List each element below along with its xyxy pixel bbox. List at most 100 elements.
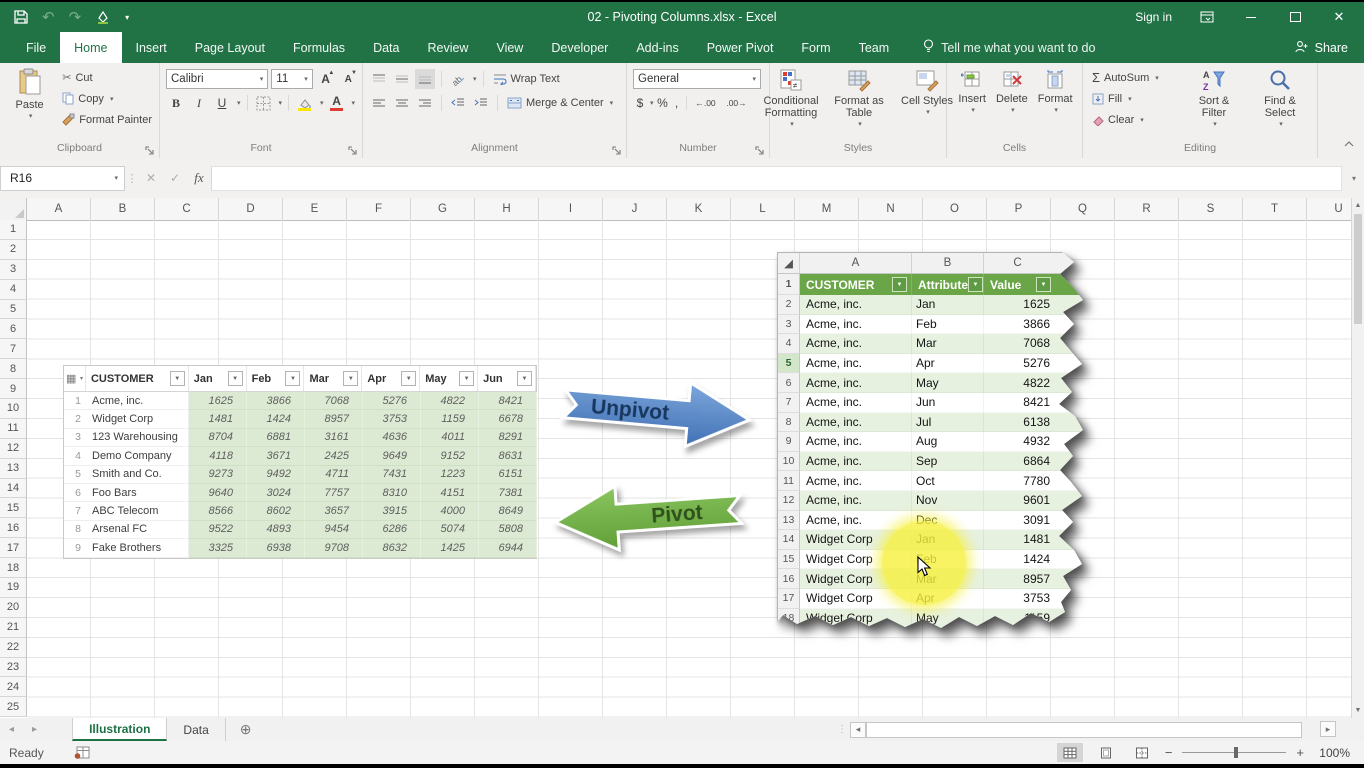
orientation-icon[interactable]: ab (448, 69, 468, 89)
vertical-scrollbar[interactable]: ▲ ▼ (1351, 198, 1364, 718)
formula-input[interactable] (211, 166, 1342, 191)
filter-icon[interactable]: ▼ (892, 277, 907, 292)
decrease-indent-icon[interactable] (448, 93, 468, 113)
row-header-18[interactable]: 18 (0, 558, 27, 578)
horizontal-scrollbar[interactable]: ◂ (850, 721, 1302, 738)
align-right-icon[interactable] (415, 93, 435, 113)
fill-button[interactable]: Fill ▾ (1089, 88, 1181, 109)
row-header-25[interactable]: 25 (0, 697, 27, 717)
wrap-text-button[interactable]: Wrap Text (490, 69, 563, 90)
column-header-G[interactable]: G (411, 198, 475, 220)
tab-form[interactable]: Form (787, 32, 844, 63)
column-header-R[interactable]: R (1115, 198, 1179, 220)
font-color-icon[interactable]: A (327, 93, 347, 113)
close-icon[interactable]: ✕ (1330, 8, 1348, 26)
scroll-up-icon[interactable]: ▲ (1352, 198, 1364, 213)
comma-format-icon[interactable]: , (672, 93, 682, 113)
filter-icon[interactable]: ▼ (228, 371, 243, 386)
filter-icon[interactable]: ▼ (1036, 277, 1051, 292)
dialog-launcher-icon[interactable] (755, 144, 766, 155)
scroll-right-icon[interactable]: ▸ (1320, 721, 1336, 737)
clear-button[interactable]: Clear ▾ (1089, 109, 1181, 130)
tab-formulas[interactable]: Formulas (279, 32, 359, 63)
tab-developer[interactable]: Developer (537, 32, 622, 63)
column-header-P[interactable]: P (987, 198, 1051, 220)
column-header-B[interactable]: B (91, 198, 155, 220)
borders-icon[interactable] (254, 93, 274, 113)
column-header-C[interactable]: C (984, 253, 1088, 273)
font-size-select[interactable]: 11 ▾ (271, 69, 312, 89)
sheet-nav-right-icon[interactable]: ▸ (23, 718, 46, 741)
merge-center-button[interactable]: Merge & Center ▾ (504, 93, 616, 114)
row-header-22[interactable]: 22 (0, 638, 27, 658)
column-header-K[interactable]: K (667, 198, 731, 220)
share-button[interactable]: Share (1295, 32, 1348, 63)
column-header-M[interactable]: M (795, 198, 859, 220)
row-header-10[interactable]: 10 (0, 399, 27, 419)
tab-data[interactable]: Data (359, 32, 413, 63)
row-header-15[interactable]: 15 (0, 498, 27, 518)
tab-team[interactable]: Team (845, 32, 904, 63)
sort-filter-button[interactable]: AZ Sort & Filter ▾ (1181, 67, 1247, 140)
row-header-12[interactable]: 12 (0, 439, 27, 459)
filter-icon[interactable]: ▼ (285, 371, 300, 386)
macro-record-icon[interactable] (74, 746, 90, 759)
italic-button[interactable]: I (189, 93, 209, 113)
column-header-N[interactable]: N (859, 198, 923, 220)
normal-view-icon[interactable] (1057, 743, 1083, 762)
select-all-corner[interactable] (0, 198, 27, 220)
increase-font-size-icon[interactable]: A▲ (316, 69, 336, 89)
align-middle-icon[interactable] (392, 69, 412, 89)
filter-icon[interactable]: ▼ (517, 371, 532, 386)
undo-icon[interactable]: ↶ (42, 8, 55, 26)
horizontal-scroll-thumb[interactable] (866, 722, 1302, 738)
row-header-5[interactable]: 5 (0, 300, 27, 320)
tab-review[interactable]: Review (413, 32, 482, 63)
percent-format-icon[interactable]: % (655, 93, 671, 113)
filter-icon[interactable]: ▼ (401, 371, 416, 386)
expand-formula-bar-icon[interactable]: ▾ (1346, 174, 1362, 183)
row-header-13[interactable]: 13 (0, 459, 27, 479)
font-family-select[interactable]: Calibri ▾ (166, 69, 268, 89)
conditional-formatting-button[interactable]: ≠ Conditional Formatting ▾ (758, 67, 824, 140)
align-bottom-icon[interactable] (415, 69, 435, 89)
align-top-icon[interactable] (369, 69, 389, 89)
autosum-button[interactable]: Σ AutoSum ▾ (1089, 67, 1181, 88)
tab-file[interactable]: File (12, 32, 60, 63)
insert-function-icon[interactable]: fx (187, 167, 211, 190)
filter-icon[interactable]: ▼ (170, 371, 185, 386)
column-header-E[interactable]: E (283, 198, 347, 220)
format-cells-button[interactable]: Format ▾ (1034, 67, 1077, 140)
tell-me-box[interactable]: Tell me what you want to do (923, 32, 1095, 63)
column-header-O[interactable]: O (923, 198, 987, 220)
row-header-9[interactable]: 9 (0, 379, 27, 399)
format-painter-button[interactable]: Format Painter (59, 109, 155, 130)
column-header-C[interactable]: C (155, 198, 219, 220)
increase-indent-icon[interactable] (471, 93, 491, 113)
tab-power-pivot[interactable]: Power Pivot (693, 32, 788, 63)
zoom-slider-thumb[interactable] (1234, 747, 1238, 758)
dialog-launcher-icon[interactable] (612, 144, 623, 155)
row-header-14[interactable]: 14 (0, 479, 27, 499)
fill-color-icon[interactable] (295, 93, 315, 113)
vertical-scroll-thumb[interactable] (1354, 214, 1362, 324)
bold-button[interactable]: B (166, 93, 186, 113)
sheet-tab-data[interactable]: Data (167, 718, 225, 741)
tab-home[interactable]: Home (60, 32, 121, 63)
align-left-icon[interactable] (369, 93, 389, 113)
name-box[interactable]: R16 ▾ (0, 166, 125, 191)
delete-cells-button[interactable]: Delete ▾ (992, 67, 1032, 140)
redo-icon[interactable]: ↷ (69, 8, 82, 26)
column-header-A[interactable]: A (27, 198, 91, 220)
row-header-6[interactable]: 6 (0, 319, 27, 339)
page-layout-view-icon[interactable] (1093, 743, 1119, 762)
find-select-button[interactable]: Find & Select ▾ (1247, 67, 1313, 140)
decrease-font-size-icon[interactable]: A▼ (338, 69, 358, 89)
tab-page-layout[interactable]: Page Layout (181, 32, 279, 63)
sheet-nav-left-icon[interactable]: ◂ (0, 718, 23, 741)
dialog-launcher-icon[interactable] (348, 144, 359, 155)
column-header-U[interactable]: U (1307, 198, 1351, 220)
row-header-21[interactable]: 21 (0, 618, 27, 638)
align-center-icon[interactable] (392, 93, 412, 113)
column-header-T[interactable]: T (1243, 198, 1307, 220)
